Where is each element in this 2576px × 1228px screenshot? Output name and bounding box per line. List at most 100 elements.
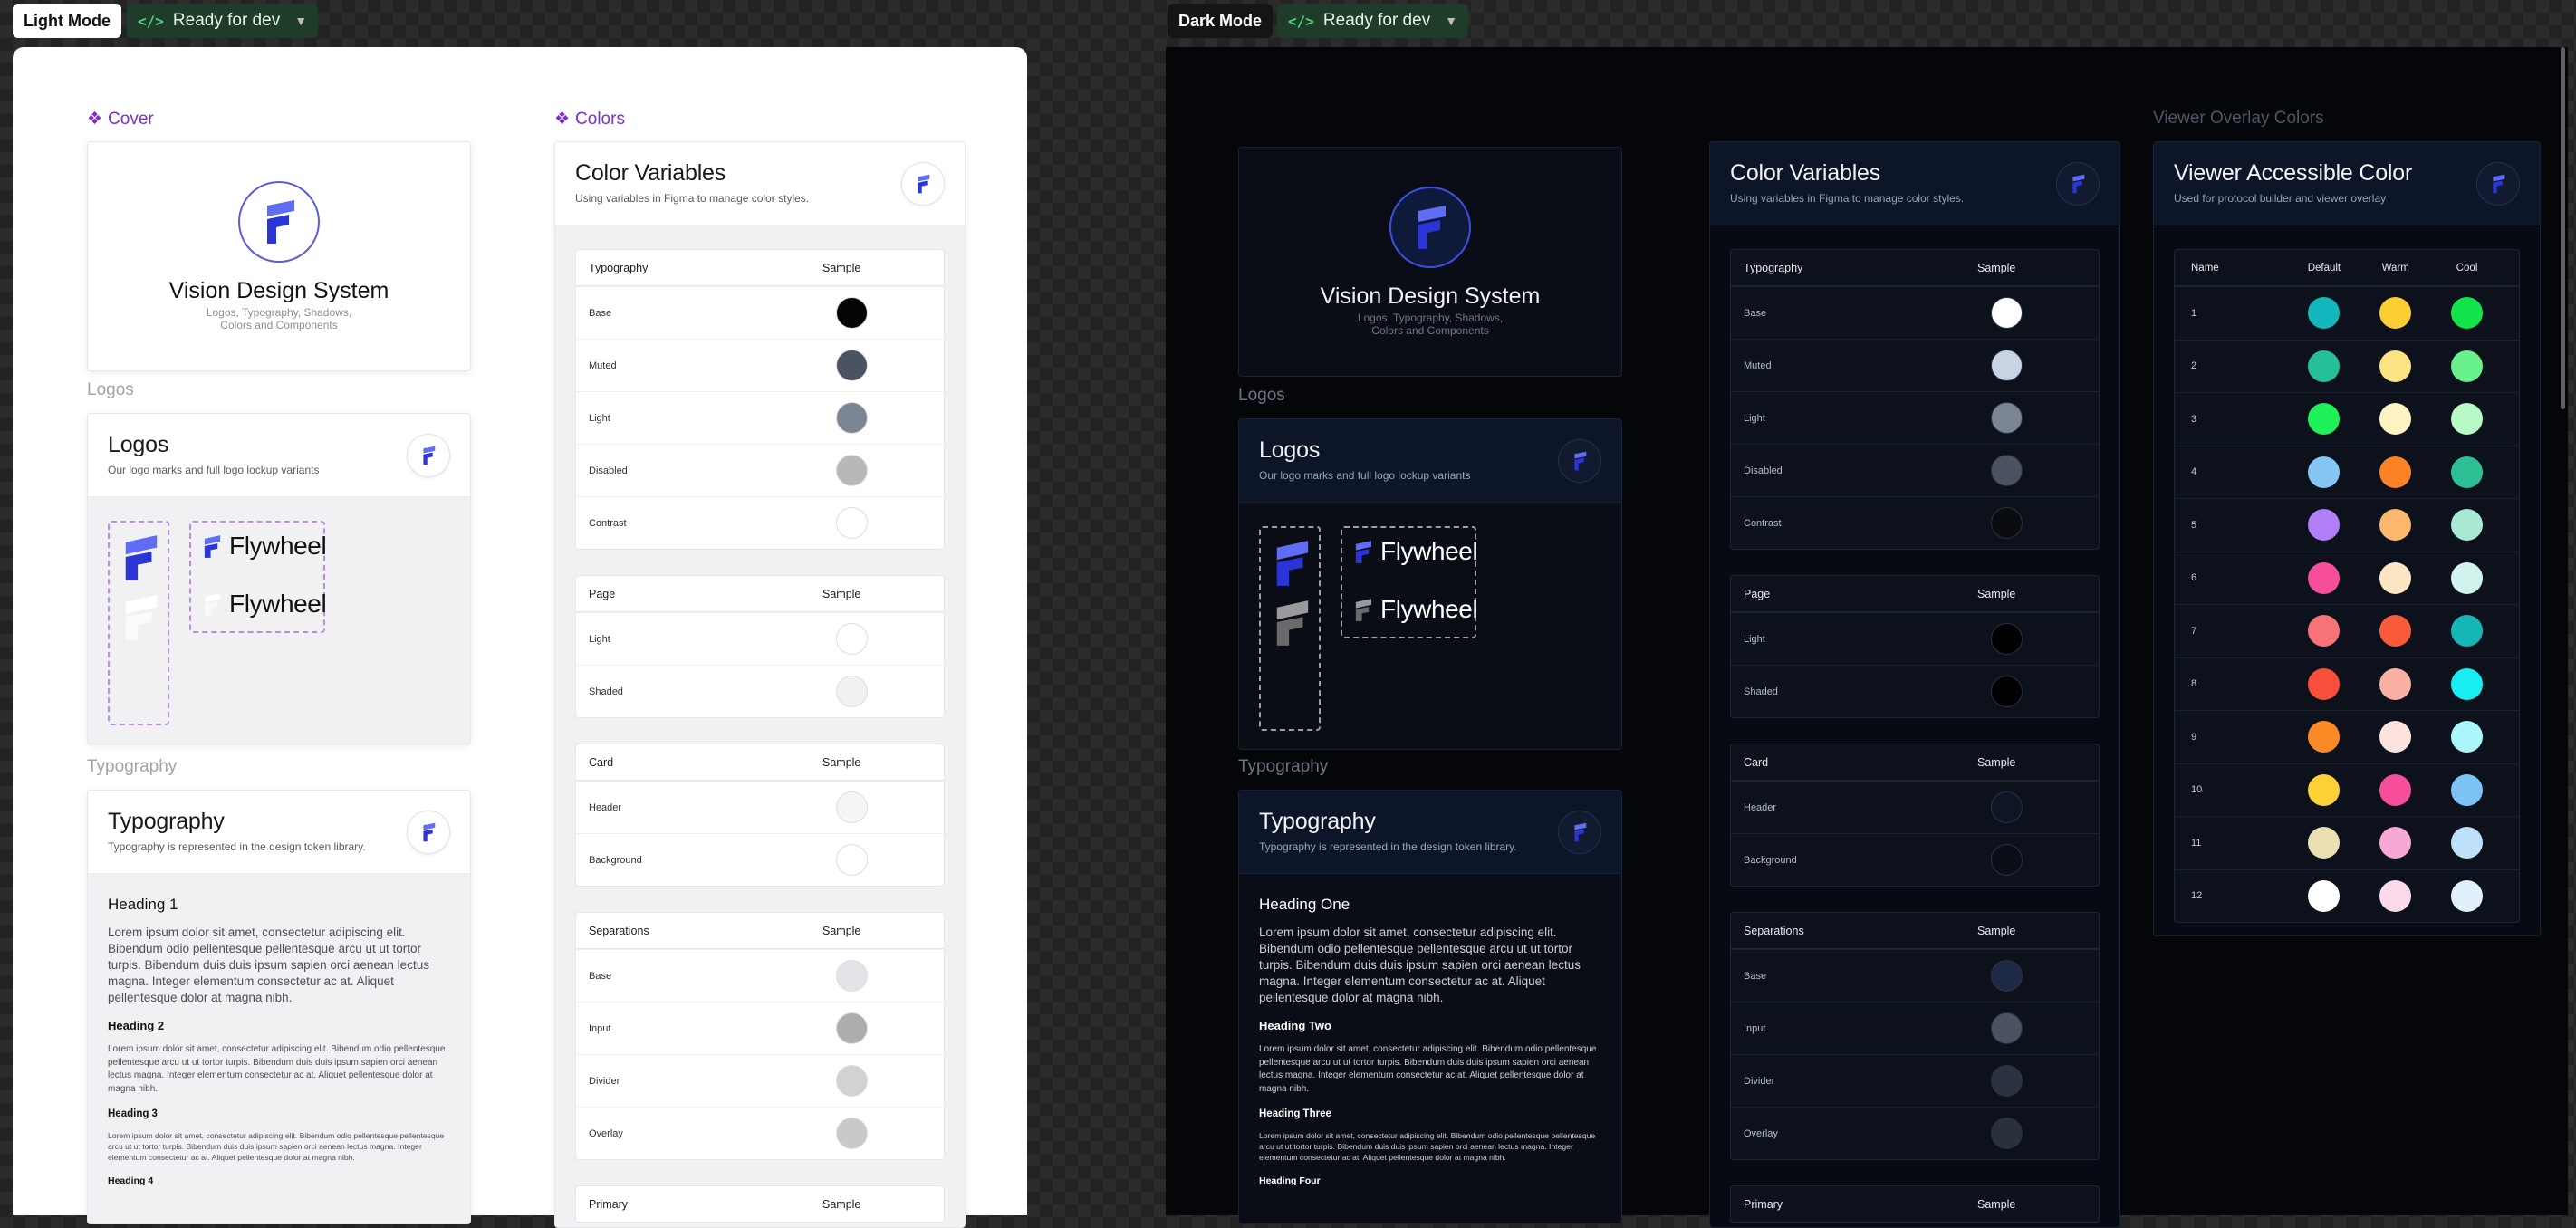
- color-group-header: Typography Sample: [1731, 250, 2099, 286]
- swatch-cool: [2451, 773, 2484, 806]
- color-label: Divider: [1744, 1075, 1775, 1087]
- color-row[interactable]: Light: [576, 612, 944, 665]
- color-row[interactable]: Background: [1731, 833, 2099, 886]
- viewer-color-row[interactable]: 6: [2175, 551, 2519, 605]
- viewer-color-row[interactable]: 11: [2175, 816, 2519, 869]
- color-row[interactable]: Contrast: [1731, 496, 2099, 549]
- color-row[interactable]: Background: [576, 833, 944, 886]
- color-variables-subtitle: Using variables in Figma to manage color…: [575, 192, 810, 205]
- color-row[interactable]: Light: [1731, 391, 2099, 444]
- viewer-color-row[interactable]: 10: [2175, 763, 2519, 817]
- cover-subtitle: Logos, Typography, Shadows, Colors and C…: [206, 306, 352, 331]
- color-variables-header: Color Variables Using variables in Figma…: [555, 142, 965, 225]
- vertical-scrollbar[interactable]: [2561, 47, 2565, 409]
- color-row[interactable]: Base: [1731, 286, 2099, 339]
- sample-header: Sample: [822, 587, 861, 600]
- flywheel-mark-icon: [2476, 162, 2520, 206]
- color-swatch: [1991, 844, 2023, 876]
- color-label: Input: [1744, 1022, 1766, 1034]
- typography-samples: Heading One Lorem ipsum dolor sit amet, …: [1259, 896, 1601, 1197]
- viewer-color-row[interactable]: 4: [2175, 445, 2519, 499]
- section-colors[interactable]: ❖ Colors: [554, 109, 625, 130]
- color-group: Primary Sample: [1730, 1185, 2100, 1223]
- section-typography: Typography: [1238, 757, 1329, 776]
- swatch-default: [2308, 827, 2341, 859]
- color-row[interactable]: Divider: [576, 1054, 944, 1107]
- color-row[interactable]: Contrast: [576, 496, 944, 549]
- viewer-color-row[interactable]: 12: [2175, 868, 2519, 923]
- swatch-default: [2308, 456, 2341, 488]
- viewer-color-row[interactable]: 1: [2175, 286, 2519, 340]
- color-variables-card[interactable]: Color Variables Using variables in Figma…: [554, 141, 966, 1228]
- swatch-cool: [2451, 879, 2484, 912]
- flywheel-wordmark-mono: Flywheel: [202, 590, 327, 619]
- color-row[interactable]: Header: [1731, 781, 2099, 833]
- flywheel-mark-icon: [407, 434, 450, 477]
- typography-card-title: Typography: [1259, 809, 1376, 834]
- logos-card-title: Logos: [108, 432, 169, 457]
- viewer-color-row[interactable]: 9: [2175, 710, 2519, 763]
- color-row[interactable]: Shaded: [576, 665, 944, 717]
- swatch-warm: [2379, 615, 2412, 648]
- cover-card[interactable]: Vision Design System Logos, Typography, …: [1238, 147, 1622, 377]
- color-row[interactable]: Overlay: [576, 1107, 944, 1159]
- logos-card[interactable]: Logos Our logo marks and full logo locku…: [1238, 418, 1622, 750]
- color-swatch: [836, 297, 868, 329]
- swatch-default: [2308, 350, 2341, 382]
- color-row[interactable]: Muted: [576, 339, 944, 391]
- viewer-color-name: 9: [2191, 731, 2197, 743]
- viewer-color-row[interactable]: 3: [2175, 392, 2519, 446]
- group-name: Page: [589, 587, 616, 600]
- color-row[interactable]: Shaded: [1731, 665, 2099, 717]
- ready-for-dev-dropdown[interactable]: </> Ready for dev ▼: [1277, 4, 1469, 38]
- color-row[interactable]: Base: [576, 286, 944, 339]
- color-swatch: [836, 960, 868, 992]
- logos-card-header: Logos Our logo marks and full logo locku…: [1239, 419, 1621, 503]
- flywheel-mark-icon: [1276, 541, 1309, 586]
- color-row[interactable]: Light: [576, 391, 944, 444]
- color-variables-card[interactable]: Color Variables Using variables in Figma…: [1709, 141, 2120, 1228]
- logo-lockup-variants: Flywheel Flywheel: [189, 521, 327, 633]
- color-row[interactable]: Base: [576, 949, 944, 1002]
- swatch-warm: [2379, 667, 2412, 700]
- color-row[interactable]: Light: [1731, 612, 2099, 665]
- color-row[interactable]: Input: [1731, 1002, 2099, 1054]
- viewer-color-row[interactable]: 2: [2175, 339, 2519, 393]
- cover-card[interactable]: Vision Design System Logos, Typography, …: [87, 141, 471, 371]
- color-row[interactable]: Overlay: [1731, 1107, 2099, 1159]
- body-medium-sample: Lorem ipsum dolor sit amet, consectetur …: [1259, 1044, 1597, 1094]
- color-row[interactable]: Divider: [1731, 1054, 2099, 1107]
- color-row[interactable]: Disabled: [1731, 444, 2099, 496]
- viewer-color-row[interactable]: 7: [2175, 604, 2519, 657]
- color-row[interactable]: Disabled: [576, 444, 944, 496]
- color-row[interactable]: Muted: [1731, 339, 2099, 391]
- ready-for-dev-dropdown[interactable]: </> Ready for dev ▼: [127, 4, 319, 38]
- typography-card[interactable]: Typography Typography is represented in …: [87, 790, 471, 1224]
- col-header-name: Name: [2191, 262, 2219, 273]
- viewer-color-row[interactable]: 5: [2175, 498, 2519, 552]
- swatch-default: [2308, 879, 2341, 912]
- color-group-header: Primary Sample: [1731, 1186, 2099, 1223]
- viewer-accessible-color-card[interactable]: Viewer Accessible Color Used for protoco…: [2153, 141, 2541, 936]
- viewer-color-table: Name Default Warm Cool 1 2 3 4 5 6 7 8 9 10 11 12: [2174, 249, 2520, 923]
- color-group: Primary Sample: [575, 1185, 945, 1223]
- typography-card-subtitle: Typography is represented in the design …: [108, 840, 366, 853]
- cover-subtitle: Logos, Typography, Shadows, Colors and C…: [1357, 312, 1504, 337]
- swatch-default: [2308, 509, 2341, 542]
- color-row[interactable]: Input: [576, 1002, 944, 1054]
- flywheel-wordmark: Flywheel: [1353, 537, 1478, 566]
- typography-card[interactable]: Typography Typography is represented in …: [1238, 790, 1622, 1224]
- typography-card-subtitle: Typography is represented in the design …: [1259, 840, 1517, 853]
- color-row[interactable]: Header: [576, 781, 944, 833]
- group-name: Typography: [589, 261, 649, 274]
- viewer-color-row[interactable]: 8: [2175, 657, 2519, 711]
- logos-card[interactable]: Logos Our logo marks and full logo locku…: [87, 413, 471, 744]
- section-cover[interactable]: ❖ Cover: [87, 109, 154, 130]
- color-variables-title: Color Variables: [1730, 160, 1881, 186]
- swatch-cool: [2451, 456, 2484, 488]
- color-row[interactable]: Base: [1731, 949, 2099, 1002]
- color-label: Background: [589, 854, 642, 866]
- color-swatch: [1991, 1118, 2023, 1149]
- color-swatch: [836, 1012, 868, 1044]
- section-logos: Logos: [1238, 386, 1285, 405]
